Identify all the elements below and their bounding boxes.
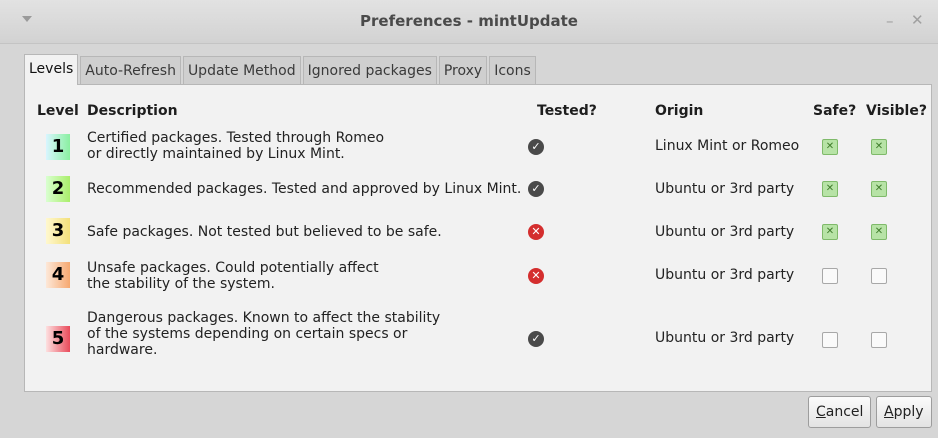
apply-button[interactable]: Apply bbox=[876, 396, 932, 428]
description-line: Certified packages. Tested through Romeo bbox=[87, 130, 385, 146]
level-badge-5: 5 bbox=[46, 326, 70, 352]
header-level: Level bbox=[37, 103, 79, 119]
origin-3: Ubuntu or 3rd party bbox=[655, 224, 795, 240]
window-title: Preferences - mintUpdate bbox=[360, 12, 578, 30]
origin-5: Ubuntu or 3rd party bbox=[655, 330, 795, 346]
title-bar: Preferences - mintUpdate – ✕ bbox=[0, 0, 938, 44]
apply-button-label-rest: pply bbox=[893, 404, 924, 420]
description-line: the stability of the system. bbox=[87, 276, 276, 292]
check-circle-icon: ✓ bbox=[528, 331, 544, 347]
tab-ignored-packages[interactable]: Ignored packages bbox=[302, 56, 437, 85]
description-line: Safe packages. Not tested but believed t… bbox=[87, 224, 442, 240]
header-description: Description bbox=[87, 103, 178, 119]
tab-icons[interactable]: Icons bbox=[489, 56, 536, 85]
safe-checkbox-4[interactable] bbox=[822, 268, 838, 284]
safe-checkbox-2[interactable] bbox=[822, 181, 838, 197]
cancel-button-mnemonic: C bbox=[816, 404, 826, 420]
origin-4: Ubuntu or 3rd party bbox=[655, 267, 795, 283]
tab-update-method[interactable]: Update Method bbox=[182, 56, 301, 85]
safe-checkbox-3[interactable] bbox=[822, 224, 838, 240]
description-line: of the systems depending on certain spec… bbox=[87, 326, 408, 342]
visible-checkbox-5[interactable] bbox=[871, 332, 887, 348]
cancel-button[interactable]: Cancel bbox=[808, 396, 872, 428]
origin-1: Linux Mint or Romeo bbox=[655, 138, 800, 154]
description-4: Unsafe packages. Could potentially affec… bbox=[87, 260, 379, 292]
description-5: Dangerous packages. Known to affect the … bbox=[87, 310, 440, 358]
visible-checkbox-4[interactable] bbox=[871, 268, 887, 284]
level-badge-2: 2 bbox=[46, 176, 70, 202]
description-line: Unsafe packages. Could potentially affec… bbox=[87, 260, 379, 276]
tab-bar: Levels Auto-Refresh Update Method Ignore… bbox=[24, 54, 538, 85]
visible-checkbox-3[interactable] bbox=[871, 224, 887, 240]
levels-panel: Level Description Tested? Origin Safe? V… bbox=[24, 84, 932, 392]
level-badge-1: 1 bbox=[46, 134, 70, 160]
safe-checkbox-1[interactable] bbox=[822, 139, 838, 155]
header-tested: Tested? bbox=[537, 103, 597, 119]
cancel-button-label-rest: ancel bbox=[825, 404, 864, 420]
description-2: Recommended packages. Tested and approve… bbox=[87, 181, 521, 197]
description-1: Certified packages. Tested through Romeo… bbox=[87, 130, 384, 162]
header-origin: Origin bbox=[655, 103, 704, 119]
x-circle-icon: ✕ bbox=[528, 268, 544, 284]
check-circle-icon: ✓ bbox=[528, 181, 544, 197]
header-safe: Safe? bbox=[813, 103, 857, 119]
visible-checkbox-1[interactable] bbox=[871, 139, 887, 155]
visible-checkbox-2[interactable] bbox=[871, 181, 887, 197]
level-badge-3: 3 bbox=[46, 218, 70, 244]
x-circle-icon: ✕ bbox=[528, 224, 544, 240]
tab-levels[interactable]: Levels bbox=[24, 54, 79, 85]
description-3: Safe packages. Not tested but believed t… bbox=[87, 224, 442, 240]
tab-auto-refresh[interactable]: Auto-Refresh bbox=[80, 56, 181, 85]
header-visible: Visible? bbox=[866, 103, 927, 119]
check-circle-icon: ✓ bbox=[528, 139, 544, 155]
level-badge-4: 4 bbox=[46, 262, 70, 288]
minimize-icon[interactable]: – bbox=[886, 12, 894, 30]
description-line: Dangerous packages. Known to affect the … bbox=[87, 310, 441, 326]
apply-button-mnemonic: A bbox=[884, 404, 894, 420]
description-line: hardware. bbox=[87, 342, 158, 358]
safe-checkbox-5[interactable] bbox=[822, 332, 838, 348]
description-line: Recommended packages. Tested and approve… bbox=[87, 181, 522, 197]
description-line: or directly maintained by Linux Mint. bbox=[87, 146, 345, 162]
origin-2: Ubuntu or 3rd party bbox=[655, 181, 795, 197]
tab-proxy[interactable]: Proxy bbox=[438, 56, 488, 85]
close-icon[interactable]: ✕ bbox=[911, 11, 924, 29]
